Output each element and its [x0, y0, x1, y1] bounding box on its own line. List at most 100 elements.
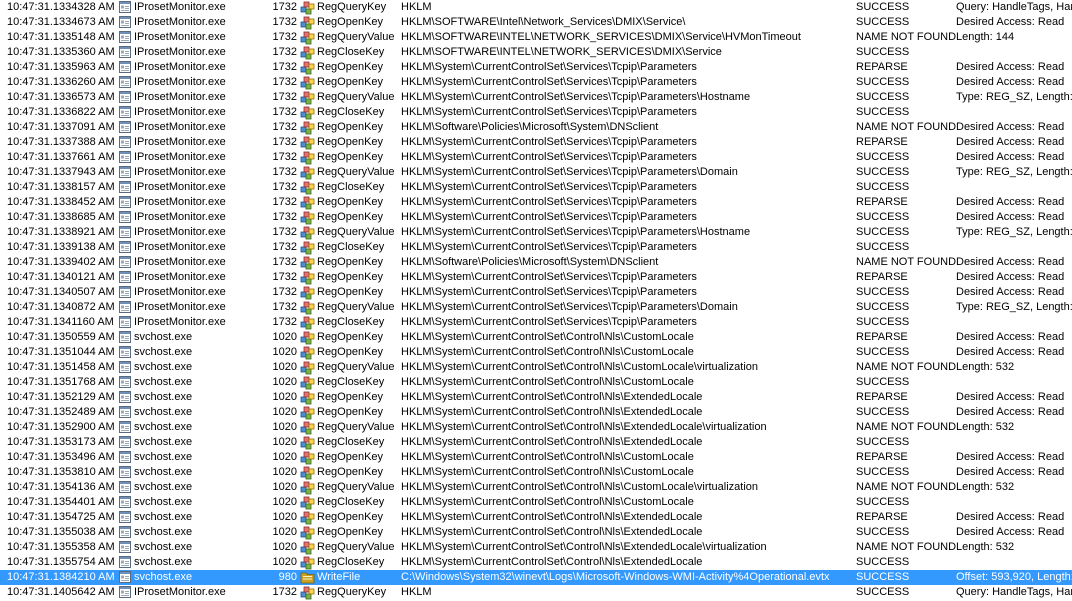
detail-cell: Desired Access: Read: [956, 391, 1065, 403]
event-row[interactable]: 10:47:31.1338452 AM IProsetMonitor.exe 173…: [0, 195, 1072, 210]
path-cell: HKLM\System\CurrentControlSet\Control\Nl…: [401, 556, 703, 568]
operation-cell: RegOpenKey: [317, 151, 384, 163]
app-window-icon: [119, 255, 133, 270]
pid-cell: 1732: [272, 31, 297, 43]
registry-icon: [300, 390, 316, 405]
event-row[interactable]: 10:47:31.1336822 AM IProsetMonitor.exe 173…: [0, 105, 1072, 120]
event-row[interactable]: 10:47:31.1334673 AM IProsetMonitor.exe 173…: [0, 15, 1072, 30]
pid-cell: 1020: [272, 421, 297, 433]
pid-cell: 1732: [272, 151, 297, 163]
path-cell: HKLM\System\CurrentControlSet\Services\T…: [401, 181, 697, 193]
process-name-cell: svchost.exe: [134, 406, 193, 418]
pid-cell: 1732: [272, 271, 297, 283]
pid-cell: 1732: [272, 106, 297, 118]
event-row[interactable]: 10:47:31.1340121 AM IProsetMonitor.exe 173…: [0, 270, 1072, 285]
event-row[interactable]: 10:47:31.1336260 AM IProsetMonitor.exe 173…: [0, 75, 1072, 90]
event-row[interactable]: 10:47:31.1350559 AM svchost.exe 1020 RegOpe…: [0, 330, 1072, 345]
file-icon: [300, 570, 316, 585]
app-window-icon: [119, 450, 133, 465]
pid-cell: 1732: [272, 241, 297, 253]
process-name-cell: IProsetMonitor.exe: [134, 46, 226, 58]
event-row[interactable]: 10:47:31.1336573 AM IProsetMonitor.exe 173…: [0, 90, 1072, 105]
event-row[interactable]: 10:47:31.1338685 AM IProsetMonitor.exe 173…: [0, 210, 1072, 225]
registry-icon: [300, 450, 316, 465]
event-row[interactable]: 10:47:31.1352900 AM svchost.exe 1020 RegQue…: [0, 420, 1072, 435]
event-row[interactable]: 10:47:31.1353496 AM svchost.exe 1020 RegOpe…: [0, 450, 1072, 465]
operation-cell: RegQueryKey: [317, 586, 387, 598]
pid-cell: 1732: [272, 211, 297, 223]
detail-cell: Desired Access: Read: [956, 406, 1065, 418]
event-row[interactable]: 10:47:31.1340507 AM IProsetMonitor.exe 173…: [0, 285, 1072, 300]
event-row[interactable]: 10:47:31.1353810 AM svchost.exe 1020 RegOpe…: [0, 465, 1072, 480]
path-cell: HKLM\System\CurrentControlSet\Control\Nl…: [401, 346, 694, 358]
operation-cell: RegOpenKey: [317, 211, 384, 223]
registry-icon: [300, 240, 316, 255]
event-row[interactable]: 10:47:31.1351044 AM svchost.exe 1020 RegOpe…: [0, 345, 1072, 360]
event-row[interactable]: 10:47:31.1335148 AM IProsetMonitor.exe 173…: [0, 30, 1072, 45]
registry-icon: [300, 315, 316, 330]
event-row[interactable]: 10:47:31.1340872 AM IProsetMonitor.exe 173…: [0, 300, 1072, 315]
path-cell: HKLM\SOFTWARE\Intel\Network_Services\DMI…: [401, 16, 686, 28]
event-row[interactable]: 10:47:31.1339402 AM IProsetMonitor.exe 173…: [0, 255, 1072, 270]
path-cell: HKLM\System\CurrentControlSet\Services\T…: [401, 91, 751, 103]
event-row[interactable]: 10:47:31.1352489 AM svchost.exe 1020 RegOpe…: [0, 405, 1072, 420]
event-list[interactable]: 10:47:31.1334328 AM IProsetMonitor.exe 173…: [0, 0, 1072, 601]
registry-icon: [300, 300, 316, 315]
event-row[interactable]: 10:47:31.1354401 AM svchost.exe 1020 RegClo…: [0, 495, 1072, 510]
detail-cell: [956, 45, 1072, 60]
event-row[interactable]: 10:47:31.1337091 AM IProsetMonitor.exe 173…: [0, 120, 1072, 135]
detail-cell: Length: 144: [956, 31, 1015, 43]
path-cell: HKLM\Software\Policies\Microsoft\System\…: [401, 121, 659, 133]
registry-icon: [300, 45, 316, 60]
result-cell: SUCCESS: [856, 16, 910, 28]
event-row[interactable]: 10:47:31.1341160 AM IProsetMonitor.exe 173…: [0, 315, 1072, 330]
event-row[interactable]: 10:47:31.1355038 AM svchost.exe 1020 RegOpe…: [0, 525, 1072, 540]
event-row-selected[interactable]: 10:47:31.1384210 AM svchost.exe 980 WriteFi…: [0, 570, 1072, 585]
time-cell: 10:47:31.1335360 AM: [7, 46, 115, 58]
event-row[interactable]: 10:47:31.1334328 AM IProsetMonitor.exe 173…: [0, 0, 1072, 15]
event-row[interactable]: 10:47:31.1338921 AM IProsetMonitor.exe 173…: [0, 225, 1072, 240]
path-cell: HKLM\System\CurrentControlSet\Control\Nl…: [401, 511, 703, 523]
process-name-cell: IProsetMonitor.exe: [134, 31, 226, 43]
event-row[interactable]: 10:47:31.1354136 AM svchost.exe 1020 RegQue…: [0, 480, 1072, 495]
pid-cell: 1020: [272, 526, 297, 538]
event-row[interactable]: 10:47:31.1355358 AM svchost.exe 1020 RegQue…: [0, 540, 1072, 555]
event-row[interactable]: 10:47:31.1337661 AM IProsetMonitor.exe 173…: [0, 150, 1072, 165]
registry-icon: [300, 165, 316, 180]
result-cell: SUCCESS: [856, 586, 910, 598]
event-row[interactable]: 10:47:31.1335360 AM IProsetMonitor.exe 173…: [0, 45, 1072, 60]
event-row[interactable]: 10:47:31.1337943 AM IProsetMonitor.exe 173…: [0, 165, 1072, 180]
event-row[interactable]: 10:47:31.1338157 AM IProsetMonitor.exe 173…: [0, 180, 1072, 195]
process-name-cell: svchost.exe: [134, 496, 193, 508]
event-row[interactable]: 10:47:31.1351768 AM svchost.exe 1020 RegClo…: [0, 375, 1072, 390]
process-name-cell: IProsetMonitor.exe: [134, 196, 226, 208]
app-window-icon: [119, 90, 133, 105]
pid-cell: 1732: [272, 166, 297, 178]
event-row[interactable]: 10:47:31.1351458 AM svchost.exe 1020 RegQue…: [0, 360, 1072, 375]
registry-icon: [300, 375, 316, 390]
detail-cell: Desired Access: Read: [956, 466, 1065, 478]
detail-cell: Type: REG_SZ, Length:: [956, 166, 1072, 178]
time-cell: 10:47:31.1338452 AM: [7, 196, 115, 208]
app-window-icon: [119, 420, 133, 435]
app-window-icon: [119, 480, 133, 495]
event-row[interactable]: 10:47:31.1337388 AM IProsetMonitor.exe 173…: [0, 135, 1072, 150]
event-row[interactable]: 10:47:31.1354725 AM svchost.exe 1020 RegOpe…: [0, 510, 1072, 525]
operation-cell: RegOpenKey: [317, 256, 384, 268]
pid-cell: 1732: [272, 226, 297, 238]
process-name-cell: svchost.exe: [134, 331, 193, 343]
event-row[interactable]: 10:47:31.1339138 AM IProsetMonitor.exe 173…: [0, 240, 1072, 255]
detail-cell: [956, 105, 1072, 120]
registry-icon: [300, 255, 316, 270]
event-row[interactable]: 10:47:31.1355754 AM svchost.exe 1020 RegClo…: [0, 555, 1072, 570]
event-row[interactable]: 10:47:31.1405642 AM IProsetMonitor.exe 173…: [0, 585, 1072, 600]
operation-cell: RegQueryValue: [317, 226, 395, 238]
path-cell: HKLM\System\CurrentControlSet\Control\Nl…: [401, 496, 694, 508]
process-name-cell: IProsetMonitor.exe: [134, 241, 226, 253]
event-row[interactable]: 10:47:31.1353173 AM svchost.exe 1020 RegClo…: [0, 435, 1072, 450]
event-row[interactable]: 10:47:31.1352129 AM svchost.exe 1020 RegOpe…: [0, 390, 1072, 405]
event-row[interactable]: 10:47:31.1335963 AM IProsetMonitor.exe 173…: [0, 60, 1072, 75]
registry-icon: [300, 135, 316, 150]
app-window-icon: [119, 435, 133, 450]
operation-cell: RegOpenKey: [317, 271, 384, 283]
